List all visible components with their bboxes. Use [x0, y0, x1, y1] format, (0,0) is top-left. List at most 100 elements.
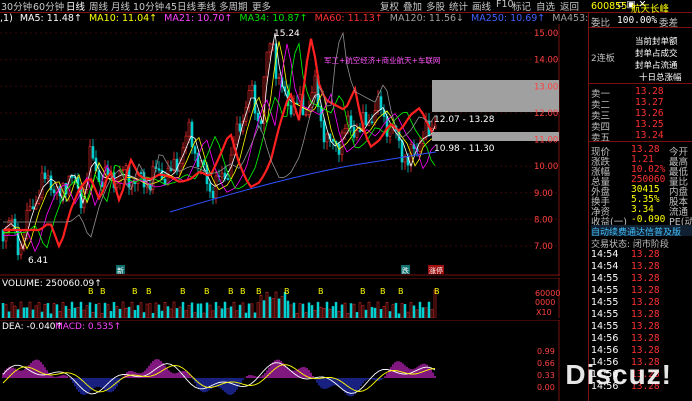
marker-new-text: 新 [117, 266, 124, 275]
tab-30min[interactable]: 30分钟 [1, 0, 32, 13]
ma5-label: MA5: 11.48↑ [19, 13, 82, 24]
tool-mark[interactable]: 标记 [512, 0, 531, 13]
box-lower-label: 10.98 - 11.30 [434, 144, 495, 154]
tool-f10[interactable]: F10 [496, 0, 514, 10]
volume-bar [169, 308, 173, 318]
tool-draw-line[interactable]: 画线 [472, 0, 491, 13]
sell-level-row[interactable]: 卖二 13.27 [591, 97, 692, 111]
volume-bar [307, 302, 311, 318]
volume-bar [379, 309, 383, 318]
buy-signal: B [284, 287, 290, 296]
price-chart[interactable]: 12.07 - 13.28 10.98 - 11.30 15.24 6.41 军… [0, 24, 560, 276]
tick-time: 14:55 [591, 309, 619, 320]
price-axis-tick: 11.00 [534, 136, 558, 146]
candle-body [157, 168, 161, 171]
candle-body [250, 84, 254, 91]
volume-bar [178, 306, 182, 318]
stock-name[interactable]: 航天长峰 [631, 1, 669, 15]
tool-restore-rights[interactable]: 复权 [380, 0, 399, 13]
volume-bar [106, 304, 110, 318]
tool-watchlist[interactable]: 自选 [536, 0, 555, 13]
volume-bar [247, 303, 251, 318]
sell-level-row[interactable]: 卖五 13.24 [591, 130, 692, 144]
candle-body [373, 110, 377, 123]
volume-bar [202, 312, 206, 318]
volume-bar [205, 302, 209, 318]
candle-body [355, 130, 359, 138]
volume-bar [175, 308, 179, 318]
ma21-label: MA21: 10.70↑ [164, 13, 233, 24]
tool-multi-stock[interactable]: 多股 [426, 0, 445, 13]
volume-bar [367, 301, 371, 318]
volume-bar [256, 302, 260, 318]
tick-price: 13.28 [631, 333, 660, 344]
candle-body [121, 169, 125, 171]
volume-bar [121, 301, 125, 318]
candle-body [124, 165, 128, 170]
candle-body [172, 158, 176, 171]
volume-bar [274, 291, 278, 318]
volume-bar [1, 303, 5, 318]
weibi-value: 100.00% [617, 15, 658, 26]
volume-chart[interactable]: VOLUME: 250060.09↑ BBBBBBBBBBBBBBB 60000… [0, 278, 560, 318]
macd-chart[interactable]: DEA: -0.040↑ MACD: 0.535↑ 0.99 0.66 0.33… [0, 320, 560, 401]
volume-bar [403, 304, 407, 318]
candle-body [28, 206, 32, 211]
volume-bar [223, 301, 227, 318]
tab-multi-period[interactable]: 多周期 [219, 0, 248, 13]
volume-bar [337, 310, 341, 318]
volume-bar [283, 292, 287, 318]
candle-body [376, 96, 380, 111]
tick-time: 14:54 [591, 249, 619, 260]
volume-bar [73, 307, 77, 318]
volume-bar [250, 303, 254, 318]
stock-code[interactable]: 600855 [591, 1, 627, 12]
volume-bar [265, 291, 269, 318]
sell-level-price: 13.28 [635, 86, 664, 97]
sell-level-price: 13.27 [635, 97, 664, 108]
tool-statistics[interactable]: 统计 [449, 0, 468, 13]
volume-bar [127, 306, 131, 318]
tab-daily[interactable]: 日线 [66, 0, 85, 13]
tool-overlay[interactable]: 叠加 [403, 0, 422, 13]
candle-body [133, 182, 137, 185]
tab-quarterly[interactable]: 季线 [197, 0, 216, 13]
candle-body [265, 51, 269, 78]
volume-bar [67, 309, 71, 318]
tab-10min[interactable]: 10分钟 [133, 0, 164, 13]
sell-level-row[interactable]: 卖一 13.28 [591, 86, 692, 100]
volume-bar [52, 302, 56, 318]
volume-bar [301, 303, 305, 318]
tab-45day[interactable]: 45日线 [165, 0, 196, 13]
marker-fall-text: 跌 [402, 266, 409, 275]
volume-bar [160, 310, 164, 318]
marker-limit-up-text: 涨停 [429, 266, 443, 275]
volume-bar [79, 301, 83, 318]
tab-60min[interactable]: 60分钟 [33, 0, 64, 13]
tab-weekly[interactable]: 周线 [89, 0, 108, 13]
volume-bar [355, 312, 359, 318]
volume-bar [229, 306, 233, 318]
volume-bar [193, 312, 197, 318]
low-price-label: 6.41 [28, 256, 48, 266]
sell-level-row[interactable]: 卖四 13.25 [591, 119, 692, 133]
tab-monthly[interactable]: 月线 [111, 0, 130, 13]
tool-back[interactable]: 返回 [560, 0, 579, 13]
candle-body [40, 172, 44, 198]
volume-bar [139, 302, 143, 318]
candle-body [349, 115, 353, 128]
volume-bar [421, 307, 425, 318]
volume-bar [310, 305, 314, 318]
volume-bar [64, 305, 68, 318]
sell-level-row[interactable]: 卖三 13.26 [591, 108, 692, 122]
tick-row: 14:54 13.28 [591, 249, 692, 260]
volume-bar [133, 310, 137, 318]
volume-bar [13, 305, 17, 318]
stat-value: -0.090 [631, 214, 666, 225]
tab-more[interactable]: 更多 [252, 0, 271, 13]
volume-tick-3: X10 [536, 308, 552, 317]
volume-bar [136, 305, 140, 318]
candle-body [187, 121, 191, 137]
buy-signal: B [240, 287, 246, 296]
candle-body [46, 175, 50, 180]
